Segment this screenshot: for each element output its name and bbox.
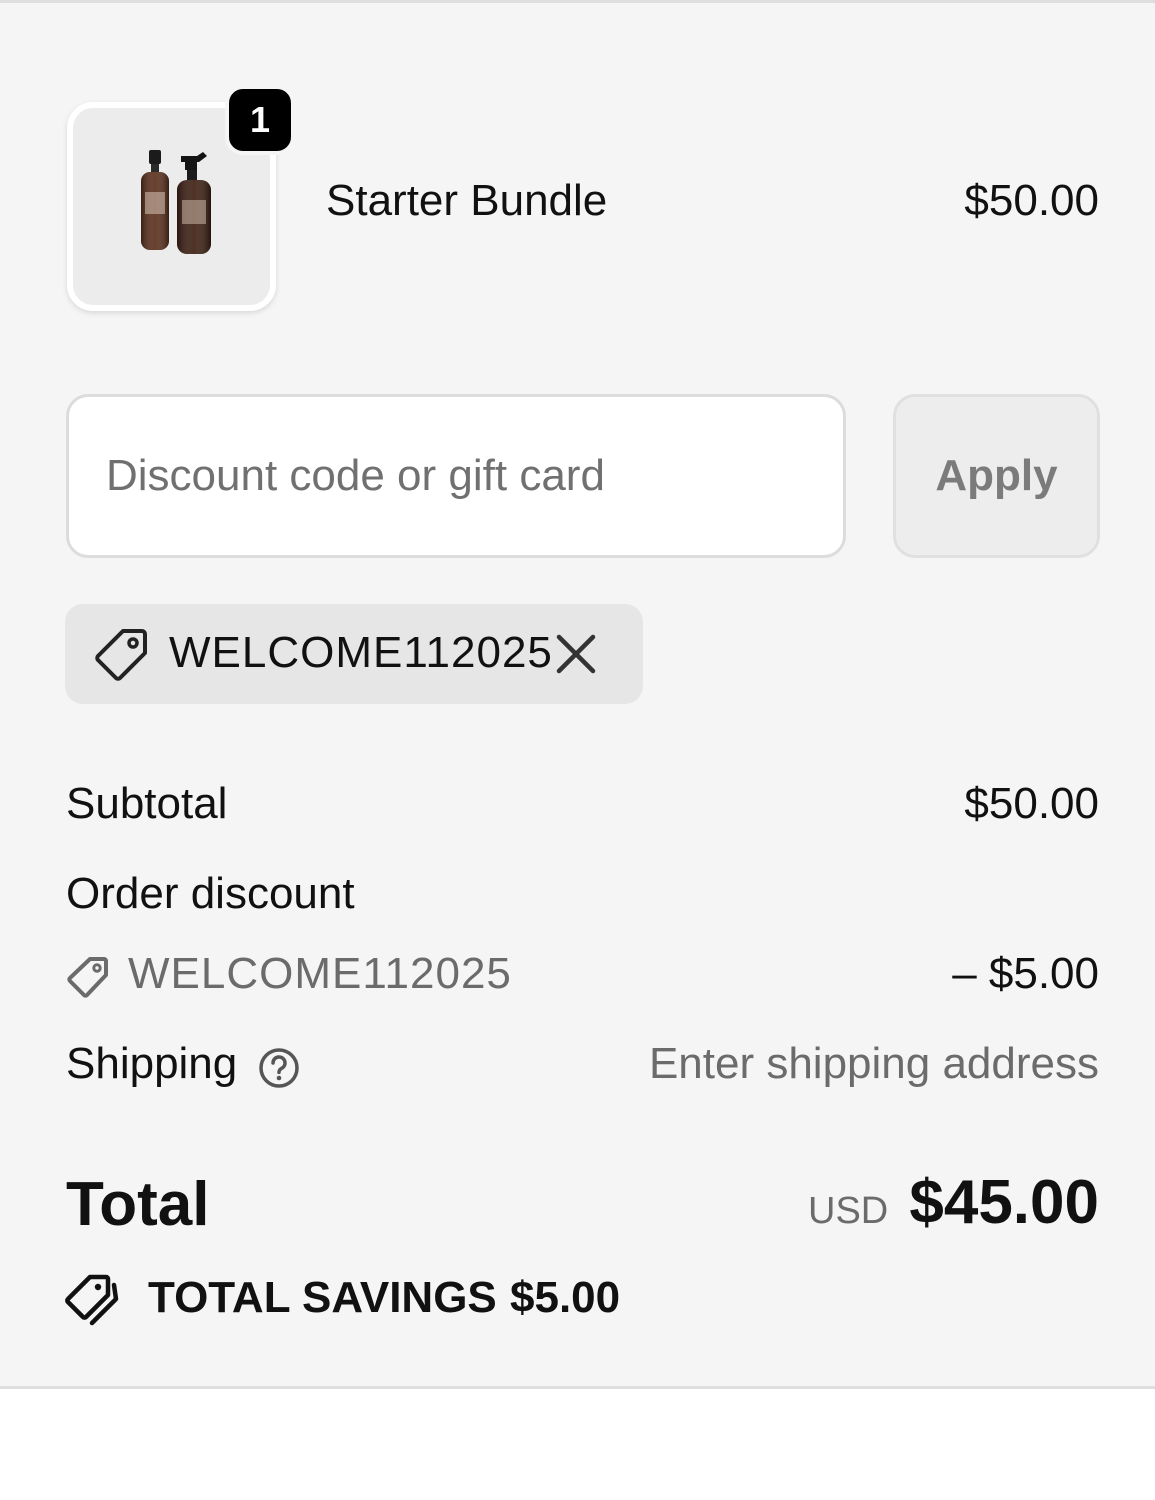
total-currency: USD bbox=[808, 1190, 889, 1232]
total-savings-value: $5.00 bbox=[510, 1273, 621, 1322]
help-icon[interactable] bbox=[257, 1046, 301, 1090]
total-value: $45.00 bbox=[909, 1168, 1099, 1237]
tag-icon bbox=[95, 629, 147, 681]
spray-bottles-image bbox=[141, 150, 211, 254]
product-price: $50.00 bbox=[964, 176, 1099, 225]
applied-discount-chip: WELCOME112025 bbox=[65, 604, 643, 704]
tag-icon bbox=[67, 957, 108, 998]
total-savings-label: TOTAL SAVINGS bbox=[148, 1273, 497, 1322]
order-summary-panel: 1 Starter Bundle $50.00 Apply WELCOME112… bbox=[0, 0, 1155, 1389]
subtotal-label: Subtotal bbox=[66, 779, 228, 828]
order-discount-code: WELCOME112025 bbox=[128, 949, 512, 998]
order-discount-value: – $5.00 bbox=[952, 949, 1099, 998]
applied-code-text: WELCOME112025 bbox=[169, 628, 553, 677]
savings-tags-icon bbox=[65, 1274, 119, 1326]
apply-button[interactable]: Apply bbox=[893, 394, 1100, 558]
quantity-badge: 1 bbox=[225, 85, 295, 155]
shipping-value: Enter shipping address bbox=[648, 1039, 1099, 1088]
discount-code-input[interactable] bbox=[66, 394, 846, 558]
close-icon[interactable] bbox=[551, 626, 601, 682]
product-name: Starter Bundle bbox=[326, 176, 608, 225]
subtotal-value: $50.00 bbox=[964, 779, 1099, 828]
total-label: Total bbox=[66, 1170, 210, 1239]
shipping-label: Shipping bbox=[66, 1039, 238, 1088]
order-discount-label: Order discount bbox=[66, 869, 355, 918]
